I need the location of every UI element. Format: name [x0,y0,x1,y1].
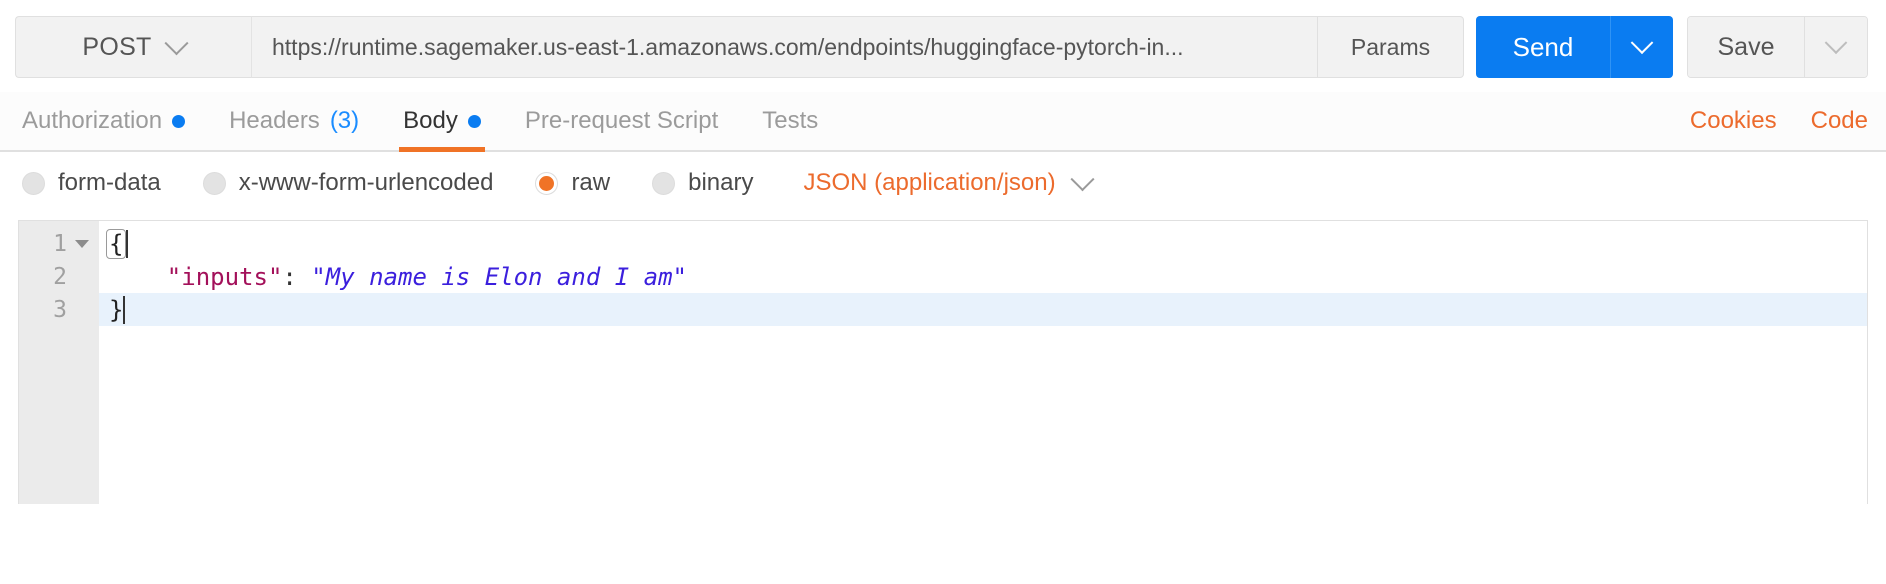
code-line-1: { [99,227,1867,260]
save-button-group: Save [1687,16,1868,78]
code-token-brace: } [109,295,124,324]
chevron-down-icon [164,30,189,55]
raw-format-label: JSON (application/json) [803,169,1056,196]
status-dot-icon [467,114,481,128]
request-bar: POST https://runtime.sagemaker.us-east-1… [0,0,1886,78]
params-button[interactable]: Params [1318,16,1464,78]
request-url-input[interactable]: https://runtime.sagemaker.us-east-1.amaz… [251,16,1318,78]
body-type-binary[interactable]: binary [652,169,753,197]
request-url-value: https://runtime.sagemaker.us-east-1.amaz… [272,33,1184,60]
send-label: Send [1512,31,1574,62]
gutter-line: 1 [19,227,99,260]
tab-body[interactable]: Body [399,92,485,152]
request-body-editor[interactable]: 1 2 3 { "inputs": "My name is Elon and I… [18,220,1868,504]
radio-icon-selected[interactable] [535,171,559,195]
params-label: Params [1350,33,1431,60]
radio-icon[interactable] [202,171,226,195]
tab-label: Authorization [22,107,163,134]
radio-label: x-www-form-urlencoded [238,169,494,196]
chevron-down-icon [1630,31,1654,55]
cookies-link[interactable]: Cookies [1690,107,1777,135]
text-cursor [126,229,129,258]
save-label: Save [1717,32,1775,61]
code-token-string: "My name is Elon and I am" [311,262,687,291]
line-number: 1 [53,230,67,257]
radio-label: binary [688,169,754,196]
status-dot-icon [172,114,186,128]
body-type-selector: form-data x-www-form-urlencoded raw bina… [0,152,1886,214]
tab-authorization[interactable]: Authorization [22,92,186,150]
send-button-group: Send [1476,16,1673,78]
tab-label: Headers [229,107,320,134]
radio-label: raw [571,169,611,196]
tab-tests[interactable]: Tests [762,92,818,150]
gutter-line: 3 [19,293,99,326]
gutter-line: 2 [19,260,99,293]
raw-format-dropdown[interactable]: JSON (application/json) [803,166,1095,197]
tab-label: Body [403,107,458,134]
chevron-down-icon [1070,166,1095,191]
send-button[interactable]: Send [1476,16,1610,78]
text-cursor [123,295,126,324]
code-link[interactable]: Code [1811,107,1868,135]
radio-icon[interactable] [22,171,45,195]
save-options-button[interactable] [1804,17,1867,77]
tab-label: Tests [762,107,819,134]
line-number: 3 [53,296,67,323]
tab-pre-request-script[interactable]: Pre-request Script [525,92,718,150]
editor-gutter: 1 2 3 [19,221,99,504]
code-token-punct: : [282,262,312,291]
code-fold-placeholder [75,273,89,281]
editor-code-area[interactable]: { "inputs": "My name is Elon and I am" } [99,221,1867,504]
code-token-key: "inputs" [109,262,283,291]
line-number: 2 [53,263,67,290]
code-line-2: "inputs": "My name is Elon and I am" [99,260,1867,293]
http-method-selector[interactable]: POST [15,16,251,78]
tab-count-badge: (3) [329,107,360,134]
request-tabs: Authorization Headers (3) Body Pre-reque… [0,92,1886,152]
body-type-form-data[interactable]: form-data [22,169,161,197]
radio-label: form-data [58,169,161,196]
code-fold-placeholder [75,306,89,314]
send-options-button[interactable] [1610,16,1673,78]
body-type-urlencoded[interactable]: x-www-form-urlencoded [202,169,494,197]
body-type-raw[interactable]: raw [535,169,610,197]
http-method-label: POST [82,32,152,61]
save-button[interactable]: Save [1688,17,1804,77]
radio-icon[interactable] [652,171,676,195]
code-token-brace: { [106,228,127,259]
tab-label: Pre-request Script [524,107,719,134]
code-fold-icon[interactable] [75,239,89,248]
code-line-3: } [99,293,1867,326]
tab-headers[interactable]: Headers (3) [229,92,359,150]
chevron-down-icon [1824,31,1848,55]
